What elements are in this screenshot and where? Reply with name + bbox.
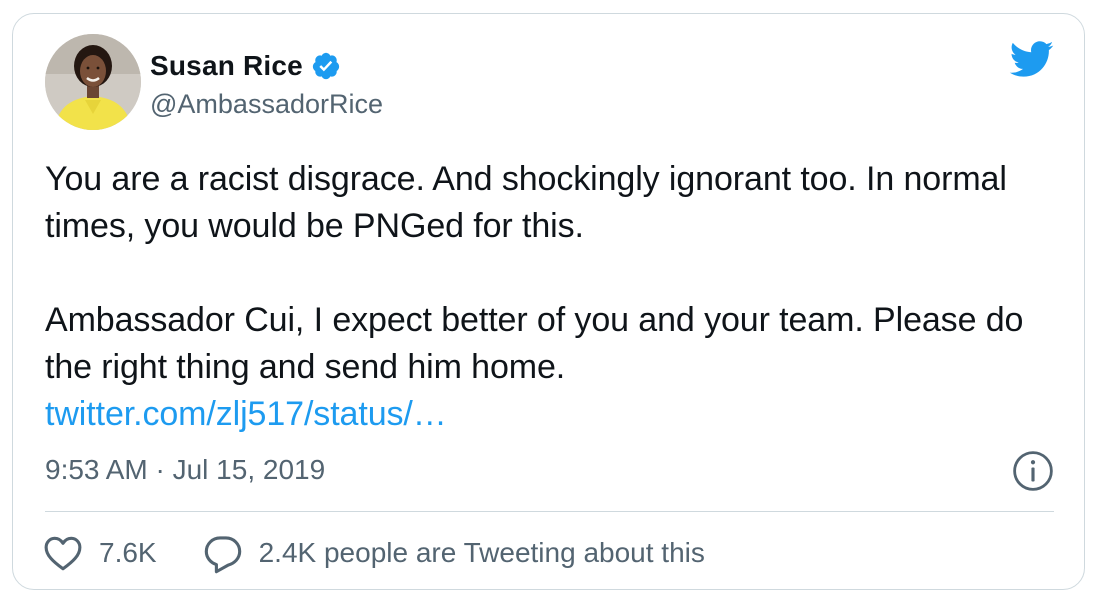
like-button[interactable]: 7.6K: [41, 531, 157, 575]
author-handle[interactable]: @AmbassadorRice: [150, 89, 383, 120]
action-divider: [45, 511, 1054, 512]
avatar[interactable]: [45, 34, 141, 130]
conversation-text: 2.4K people are Tweeting about this: [258, 537, 705, 568]
tweet-paragraph-2: Ambassador Cui, I expect better of you a…: [45, 301, 1024, 386]
conversation-button[interactable]: 2.4K people are Tweeting about this: [201, 531, 705, 575]
avatar-image: [45, 34, 141, 130]
tweet-card: Susan Rice @AmbassadorRice You are a rac…: [12, 13, 1085, 590]
heart-icon: [44, 536, 82, 571]
tweet-timestamp[interactable]: 9:53 AM · Jul 15, 2019: [45, 454, 325, 486]
verified-badge-icon: [312, 52, 340, 80]
info-icon[interactable]: [1012, 450, 1054, 492]
twitter-bird-icon[interactable]: [1008, 36, 1054, 82]
tweet-text: You are a racist disgrace. And shockingl…: [45, 156, 1065, 438]
tweet-link[interactable]: twitter.com/zlj517/status/…: [45, 395, 447, 433]
author-display-name[interactable]: Susan Rice: [150, 50, 303, 82]
speech-bubble-icon: [204, 536, 241, 574]
likes-count: 7.6K: [99, 537, 157, 568]
tweet-paragraph-1: You are a racist disgrace. And shockingl…: [45, 160, 1007, 245]
author-name-row[interactable]: Susan Rice: [150, 46, 341, 86]
tweet-actions: 7.6K 2.4K people are Tweeting about this: [41, 528, 705, 578]
